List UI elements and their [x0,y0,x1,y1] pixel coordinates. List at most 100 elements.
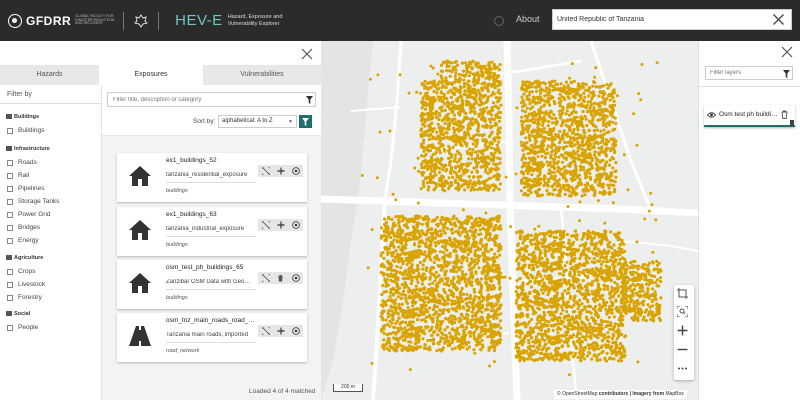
sort-by-value: alphabetical: A to Z [222,118,273,124]
sort-by-select[interactable]: alphabetical: A to Z ▼ [218,115,297,128]
crop-icon [677,288,688,299]
filter-item-buildings[interactable]: Buildings [7,127,44,134]
checkbox[interactable] [7,324,13,331]
layer-card-description: Zanzibar OSM Data with Geometry [166,279,254,285]
more-options-button[interactable] [677,363,691,377]
add-layer-icon[interactable] [276,327,285,336]
filter-item-people[interactable]: People [7,324,38,331]
gfdrr-brand-subtitle: GLOBAL FACILITY FOR DISASTER REDUCTION A… [75,13,115,26]
attribution-mapbox-link[interactable]: MapBox [665,391,683,397]
layer-card-title[interactable]: osm_tnz_main_roads_road_network [166,317,258,324]
funnel-icon[interactable] [783,70,790,78]
active-layer-item[interactable]: Osm test ph buildings 65 [704,105,795,127]
checkbox[interactable] [7,268,13,275]
filter-item-forestry[interactable]: Forestry [7,294,42,301]
zoom-to-layer-icon[interactable] [261,274,270,283]
funnel-icon[interactable] [306,96,313,104]
layer-card-title[interactable]: osm_test_ph_buildings_65 [166,264,258,271]
filter-item-energy[interactable]: Energy [7,237,39,244]
layer-card-title[interactable]: ex1_buildings_63 [166,211,258,218]
ukaid-crest-icon [132,13,150,29]
category-infrastructure-title: Infrastructure [6,146,50,152]
house-icon [128,272,152,294]
remove-layer-icon[interactable] [276,274,285,283]
filter-sidebar: Filter by Buildings Buildings Infrastruc… [0,85,102,400]
infrastructure-icon [6,146,12,152]
layer-name: Osm test ph buildings 65 [719,111,779,118]
hev-e-logo[interactable]: HEV-E Hazard, Exposure and Vulnerability… [175,12,294,29]
filter-item-rail[interactable]: Rail [7,172,29,179]
filter-layers-input[interactable] [706,67,778,79]
layer-info-icon[interactable] [291,221,300,230]
apply-filter-button[interactable] [299,115,312,128]
layer-info-icon[interactable] [291,327,300,336]
layer-info-icon[interactable] [291,274,300,283]
attribution-osm-link[interactable]: © OpenStreetMap [557,391,597,397]
plus-icon [677,325,688,336]
clear-search-icon[interactable] [772,13,785,26]
layer-card-actions [258,272,303,284]
layer-card[interactable]: osm_test_ph_buildings_65 Zanzibar OSM Dat… [117,260,307,309]
gfdrr-logo[interactable]: GFDRR GLOBAL FACILITY FOR DISASTER REDUC… [8,13,115,28]
zoom-in-button[interactable] [677,325,691,339]
layer-card-actions [258,325,303,337]
tab-vulnerabilities[interactable]: Vulnerabilities [203,65,321,85]
checkbox[interactable] [7,127,13,134]
drag-handle[interactable] [790,120,794,126]
divider [166,289,256,290]
checkbox[interactable] [7,159,13,166]
about-link[interactable]: About [516,14,540,24]
add-layer-icon[interactable] [276,221,285,230]
close-panel-icon[interactable] [780,45,794,59]
filter-item-livestock[interactable]: Livestock [7,281,45,288]
category-buildings-title: Buildings [6,114,39,120]
checkbox[interactable] [7,237,13,244]
filter-item-power-grid[interactable]: Power Grid [7,211,51,218]
checkbox[interactable] [7,172,13,179]
zoom-to-layer-icon[interactable] [261,221,270,230]
country-search [552,9,792,30]
category-agriculture-title: Agriculture [6,255,43,261]
attribution-text: contributors | Imagery from [597,391,666,397]
checkbox[interactable] [7,294,13,301]
map-view[interactable]: 200 m © OpenStreetMap contributors | Ima… [321,41,698,400]
tab-exposures[interactable]: Exposures [99,65,203,85]
crop-button[interactable] [677,288,691,302]
filter-item-roads[interactable]: Roads [7,159,37,166]
checkbox[interactable] [7,185,13,192]
gfdrr-brand-text: GFDRR [26,13,72,28]
filter-item-crops[interactable]: Crops [7,268,35,275]
layer-card-title[interactable]: ex1_buildings_52 [166,157,258,164]
zoom-to-layer-icon[interactable] [261,167,270,176]
checkbox[interactable] [7,198,13,205]
divider [166,236,256,237]
layer-card-description: Tanzania main roads, imported [166,332,249,338]
filter-item-bridges[interactable]: Bridges [7,224,40,231]
layer-search [107,92,316,107]
info-circle-icon[interactable] [494,16,504,26]
layer-search-input[interactable] [108,93,298,106]
filter-item-pipelines[interactable]: Pipelines [7,185,44,192]
layer-info-icon[interactable] [291,167,300,176]
country-search-input[interactable] [553,10,753,29]
map-toolbar [674,285,694,380]
catalog-tabs: Hazards Exposures Vulnerabilities [0,65,321,85]
zoom-to-extent-icon [677,306,688,317]
layer-card[interactable]: ex1_buildings_63 tanzania_industrial_expo… [117,207,307,256]
layer-card-category: buildings [166,188,188,194]
eye-icon[interactable] [707,111,716,119]
filter-item-storage-tanks[interactable]: Storage Tanks [7,198,59,205]
checkbox[interactable] [7,281,13,288]
map-canvas[interactable] [321,41,698,400]
checkbox[interactable] [7,211,13,218]
tab-hazards[interactable]: Hazards [0,65,99,85]
trash-icon[interactable] [781,110,788,119]
zoom-out-button[interactable] [677,344,691,358]
layer-card[interactable]: osm_tnz_main_roads_road_network Tanzania … [117,313,307,362]
close-panel-icon[interactable] [300,47,314,61]
layer-card[interactable]: ex1_buildings_52 tanzania_residential_exp… [117,153,307,202]
zoom-to-layer-icon[interactable] [261,327,270,336]
checkbox[interactable] [7,224,13,231]
zoom-extent-button[interactable] [677,306,691,320]
add-layer-icon[interactable] [276,167,285,176]
